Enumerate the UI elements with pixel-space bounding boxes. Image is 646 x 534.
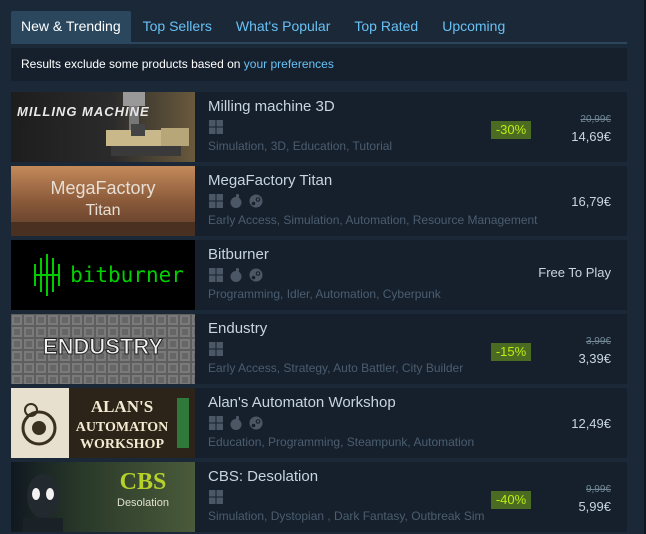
windows-icon xyxy=(209,416,223,430)
capsule-logo-subtext: Desolation xyxy=(117,497,169,509)
tab-bar: New & Trending Top Sellers What's Popula… xyxy=(11,11,517,42)
game-tags: Simulation, 3D, Education, Tutorial xyxy=(208,139,393,153)
game-title: CBS: Desolation xyxy=(208,468,319,485)
capsule-logo-text-2: AUTOMATON xyxy=(76,420,169,435)
windows-icon xyxy=(209,194,223,208)
tab-top-rated[interactable]: Top Rated xyxy=(342,11,430,42)
windows-icon xyxy=(209,120,223,134)
windows-icon xyxy=(209,268,223,282)
game-capsule-image: ALAN'S AUTOMATON WORKSHOP xyxy=(11,388,195,458)
capsule-logo-text: MegaFactory xyxy=(50,178,155,198)
game-tags: Early Access, Simulation, Automation, Re… xyxy=(208,213,538,227)
capsule-logo-subtext: Titan xyxy=(86,202,121,219)
apple-icon xyxy=(229,415,243,430)
windows-icon xyxy=(209,490,223,504)
game-capsule-image: ENDUSTRY xyxy=(11,314,195,384)
notice-text: Results exclude some products based on xyxy=(21,57,244,71)
preferences-link[interactable]: your preferences xyxy=(244,57,334,71)
capsule-logo-text: MILLING MACHINE xyxy=(17,104,150,119)
game-title: Milling machine 3D xyxy=(208,98,335,115)
original-price: 9,99€ xyxy=(585,484,611,495)
game-title: Alan's Automaton Workshop xyxy=(208,394,396,411)
steam-icon xyxy=(249,268,263,282)
steam-icon xyxy=(249,416,263,430)
game-row-milling-machine-3d[interactable]: MILLING MACHINE Milling machine 3D Simul… xyxy=(11,92,627,162)
tab-underline xyxy=(11,42,627,44)
platform-icons xyxy=(209,490,223,504)
platform-icons xyxy=(209,120,223,134)
game-row-alans-automaton-workshop[interactable]: ALAN'S AUTOMATON WORKSHOP Alan's Automat… xyxy=(11,388,627,458)
tab-new-trending[interactable]: New & Trending xyxy=(11,11,131,42)
platform-icons xyxy=(209,267,263,282)
price: Free To Play xyxy=(538,265,611,280)
tab-whats-popular[interactable]: What's Popular xyxy=(224,11,343,42)
discount-badge: -30% xyxy=(491,121,531,139)
game-title: Endustry xyxy=(208,320,268,337)
game-title: Bitburner xyxy=(208,246,269,263)
game-capsule-image: MILLING MACHINE xyxy=(11,92,195,162)
game-capsule-image: MegaFactory Titan xyxy=(11,166,195,236)
tab-upcoming[interactable]: Upcoming xyxy=(430,11,517,42)
platform-icons xyxy=(209,415,263,430)
steam-icon xyxy=(249,194,263,208)
game-row-cbs-desolation[interactable]: CBS Desolation CBS: Desolation Simulatio… xyxy=(11,462,627,532)
platform-icons xyxy=(209,342,223,356)
discount-badge: -15% xyxy=(491,343,531,361)
capsule-logo-text: bitburner xyxy=(70,263,184,287)
capsule-logo-text: ENDUSTRY xyxy=(43,334,164,359)
price: 12,49€ xyxy=(571,416,611,431)
capsule-logo-text-3: WORKSHOP xyxy=(80,437,164,452)
game-capsule-image: bitburner xyxy=(11,240,195,310)
apple-icon xyxy=(229,267,243,282)
discount-badge: -40% xyxy=(491,491,531,509)
game-row-bitburner[interactable]: bitburner Bitburner Programming, Idler, … xyxy=(11,240,627,310)
price: 16,79€ xyxy=(571,194,611,209)
game-row-endustry[interactable]: ENDUSTRY Endustry Early Access, Strategy… xyxy=(11,314,627,384)
final-price: 14,69€ xyxy=(571,129,611,144)
windows-icon xyxy=(209,342,223,356)
capsule-logo-text: ALAN'S xyxy=(91,397,153,416)
apple-icon xyxy=(229,193,243,208)
game-tags: Early Access, Strategy, Auto Battler, Ci… xyxy=(208,361,464,375)
original-price: 20,99€ xyxy=(580,114,611,125)
final-price: 5,99€ xyxy=(578,499,611,514)
game-tags: Education, Programming, Steampunk, Autom… xyxy=(208,435,475,449)
game-tags: Simulation, Dystopian , Dark Fantasy, Ou… xyxy=(208,509,485,523)
preferences-notice: Results exclude some products based on y… xyxy=(11,48,627,81)
game-row-megafactory-titan[interactable]: MegaFactory Titan MegaFactory Titan Earl… xyxy=(11,166,627,236)
tab-top-sellers[interactable]: Top Sellers xyxy=(131,11,224,42)
platform-icons xyxy=(209,193,263,208)
game-tags: Programming, Idler, Automation, Cyberpun… xyxy=(208,287,441,301)
final-price: 3,39€ xyxy=(578,351,611,366)
game-capsule-image: CBS Desolation xyxy=(11,462,195,532)
original-price: 3,99€ xyxy=(585,336,611,347)
capsule-logo-text: CBS xyxy=(120,469,167,495)
game-title: MegaFactory Titan xyxy=(208,172,333,189)
